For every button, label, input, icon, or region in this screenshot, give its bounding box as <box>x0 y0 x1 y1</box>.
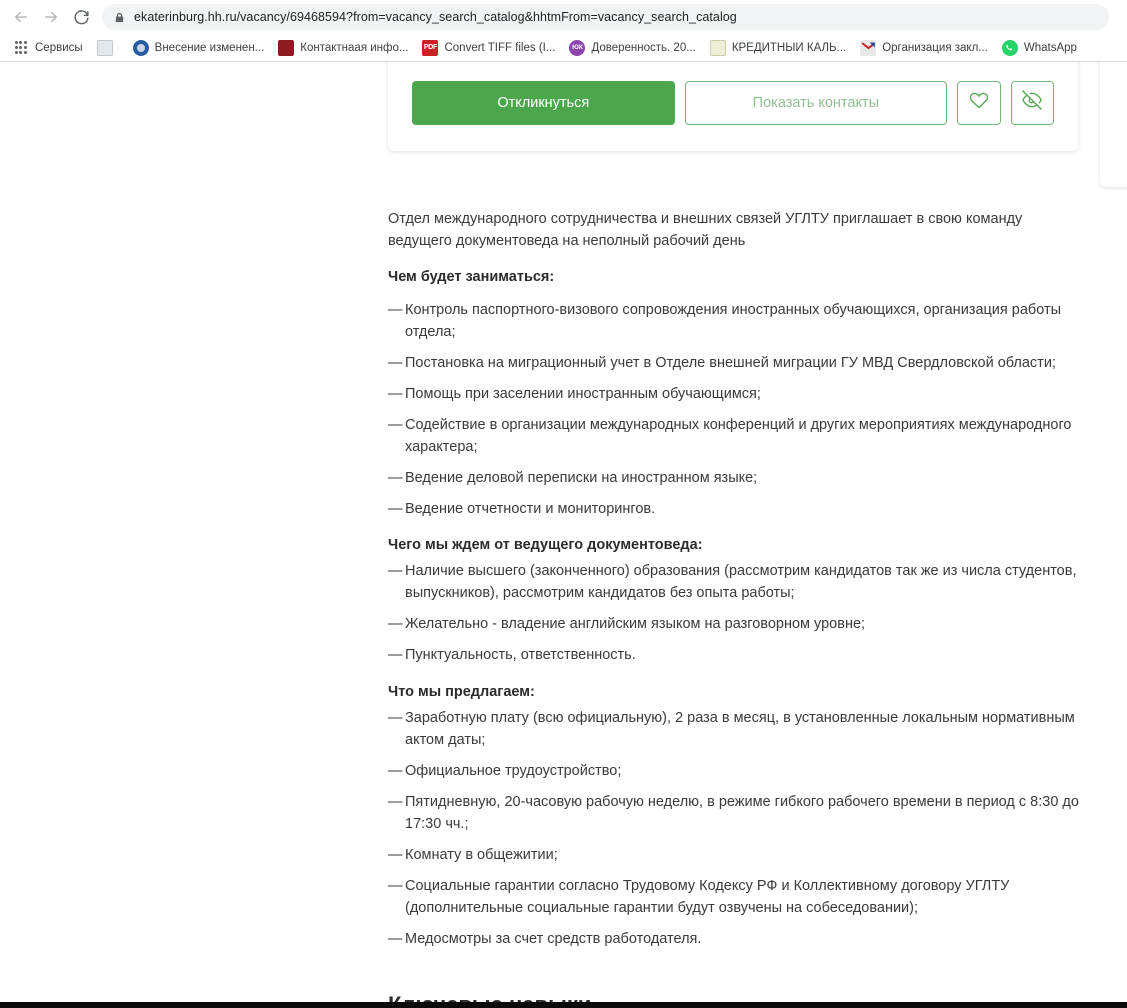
reload-button[interactable] <box>66 2 96 32</box>
bookmark-doverennost[interactable]: ЮК Доверенность. 20... <box>562 37 702 59</box>
bookmark-whatsapp[interactable]: WhatsApp <box>995 37 1084 59</box>
arrow-left-icon <box>12 8 30 26</box>
list-item: Комнату в общежитии; <box>388 844 1080 866</box>
browser-toolbar: ekaterinburg.hh.ru/vacancy/69468594?from… <box>0 0 1127 34</box>
forward-button[interactable] <box>36 2 66 32</box>
bookmark-label: Сервисы <box>35 41 83 54</box>
bookmark-kontaktnaya-info[interactable]: Контактнаая инфо... <box>271 37 415 59</box>
favorite-button[interactable] <box>957 80 1001 125</box>
hide-vacancy-button[interactable] <box>1010 80 1055 125</box>
list-item: Медосмотры за счет средств работодателя. <box>388 928 1080 950</box>
address-bar[interactable]: ekaterinburg.hh.ru/vacancy/69468594?from… <box>102 4 1109 30</box>
page-viewport: Частичная занятость, гибкий график Откли… <box>0 62 1127 1008</box>
bookmark-label: Организация закл... <box>882 41 988 54</box>
list-item: Наличие высшего (законченного) образован… <box>388 560 1080 604</box>
apps-grid-icon <box>13 40 29 56</box>
reload-icon <box>73 9 90 26</box>
section-heading-offer: Что мы предлагаем: <box>388 683 535 700</box>
bookmark-document[interactable] <box>90 37 126 59</box>
bookmarks-bar: Сервисы Внесение изменен... Контактнаая … <box>0 34 1127 61</box>
pdf-icon: PDF <box>422 39 439 56</box>
list-item: Ведение отчетности и мониторингов. <box>388 498 1080 520</box>
bookmark-label: Внесение изменен... <box>154 41 265 54</box>
calculator-icon <box>709 39 726 56</box>
requirements-list: Наличие высшего (законченного) образован… <box>388 560 1080 666</box>
address-bar-url: ekaterinburg.hh.ru/vacancy/69468594?from… <box>134 10 737 24</box>
bookmark-convert-tiff[interactable]: PDF Convert TIFF files (I... <box>415 37 562 59</box>
heart-icon <box>969 90 989 115</box>
bookmark-label: Convert TIFF files (I... <box>444 41 556 54</box>
gosuslugi-circle-icon <box>132 39 149 56</box>
mail-icon <box>860 39 877 56</box>
apply-button[interactable]: Откликнуться <box>412 80 675 125</box>
list-item: Пунктуальность, ответственность. <box>388 644 1080 666</box>
list-item: Желательно - владение английским языком … <box>388 613 1080 635</box>
eye-off-icon <box>1022 90 1043 115</box>
list-item: Содействие в организации международных к… <box>388 414 1080 458</box>
ok-circle-icon: ЮК <box>569 39 586 56</box>
list-item: Пятидневную, 20-часовую рабочую неделю, … <box>388 791 1080 835</box>
list-item: Официальное трудоустройство; <box>388 760 1080 782</box>
list-item: Социальные гарантии согласно Трудовому К… <box>388 875 1080 919</box>
vacancy-action-card: Частичная занятость, гибкий график Откли… <box>388 62 1078 151</box>
show-contacts-button[interactable]: Показать контакты <box>684 80 948 125</box>
back-button[interactable] <box>6 2 36 32</box>
list-item: Заработную плату (всю официальную), 2 ра… <box>388 707 1080 751</box>
browser-chrome: ekaterinburg.hh.ru/vacancy/69468594?from… <box>0 0 1127 62</box>
bookmark-organizaciya-zakl[interactable]: Организация закл... <box>853 37 995 59</box>
description-lead: Отдел международного сотрудничества и вн… <box>388 211 1023 250</box>
vacancy-description: Отдел международного сотрудничества и вн… <box>388 208 1080 964</box>
side-panel-card <box>1100 62 1127 187</box>
bookmark-label: Контактнаая инфо... <box>300 41 409 54</box>
bookmark-vnesenie-izmenenii[interactable]: Внесение изменен... <box>126 37 272 59</box>
whatsapp-icon <box>1001 39 1018 56</box>
offer-list: Заработную плату (всю официальную), 2 ра… <box>388 707 1080 950</box>
list-item: Контроль паспортного-визового сопровожде… <box>388 299 1080 343</box>
section-heading-requirements: Чего мы ждем от ведущего документоведа: <box>388 537 703 554</box>
bookmark-label: Доверенность. 20... <box>591 41 696 54</box>
red-square-icon <box>278 39 295 56</box>
bookmark-services[interactable]: Сервисы <box>6 37 90 59</box>
list-item: Помощь при заселении иностранным обучающ… <box>388 383 1080 405</box>
duties-list: Контроль паспортного-визового сопровожде… <box>388 299 1080 520</box>
action-button-row: Откликнуться Показать контакты <box>412 80 1055 125</box>
list-item: Постановка на миграционный учет в Отделе… <box>388 352 1080 374</box>
section-heading-duties: Чем будет заниматься: <box>388 269 555 286</box>
screen-bottom-edge <box>0 1002 1127 1008</box>
bookmark-kreditnyy-kalkulyator[interactable]: КРЕДИТНЫЙ КАЛЬ... <box>703 37 853 59</box>
list-item: Ведение деловой переписки на иностранном… <box>388 467 1080 489</box>
document-icon <box>96 39 113 56</box>
lock-icon <box>114 11 125 24</box>
bookmark-label: КРЕДИТНЫЙ КАЛЬ... <box>731 41 847 54</box>
bookmark-label: WhatsApp <box>1023 41 1077 54</box>
arrow-right-icon <box>42 8 60 26</box>
